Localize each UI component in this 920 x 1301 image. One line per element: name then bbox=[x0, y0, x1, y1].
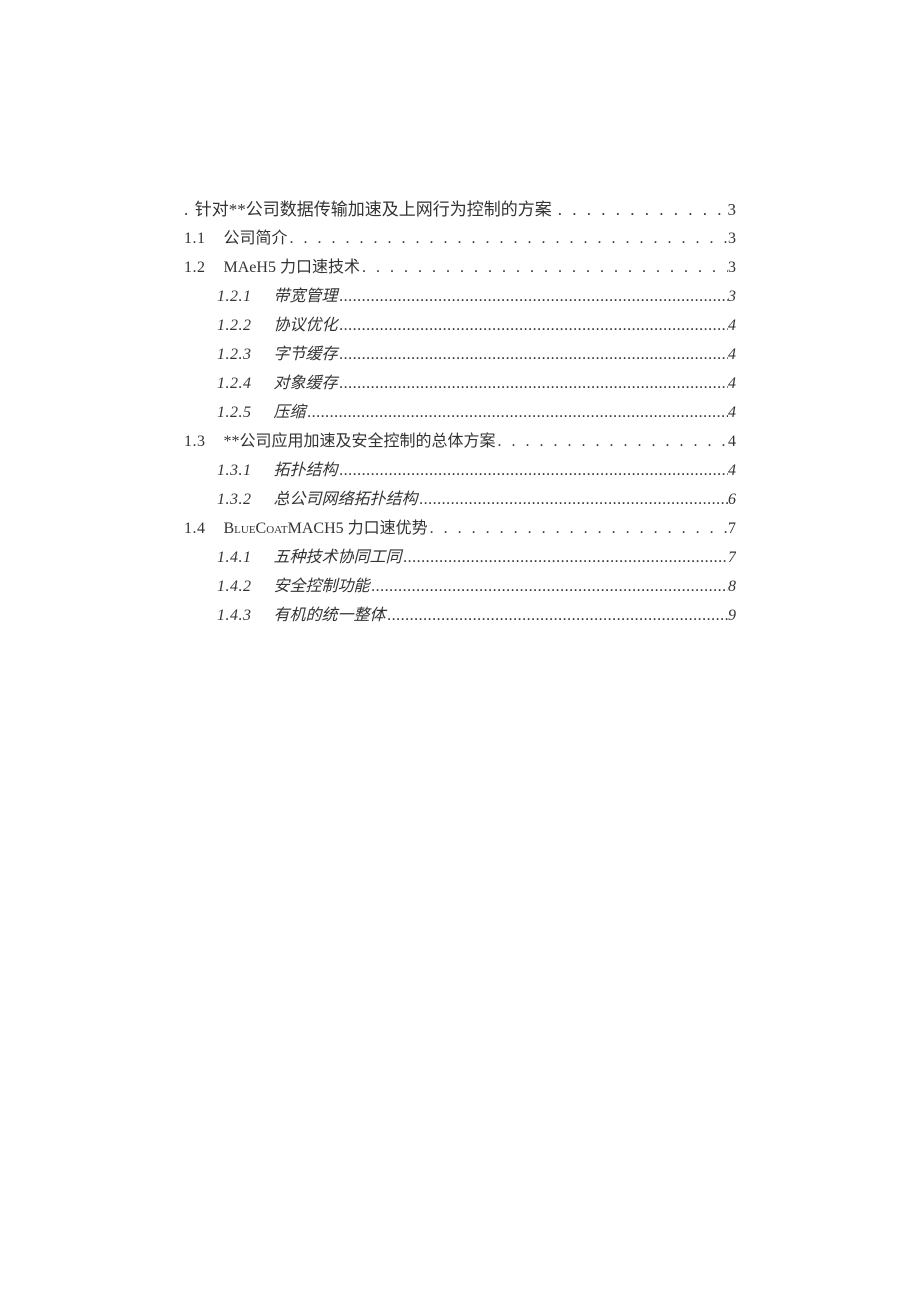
toc-title: 总公司网络拓扑结构 bbox=[274, 485, 418, 514]
toc-number: . bbox=[184, 195, 195, 224]
toc-title: 安全控制功能 bbox=[274, 572, 370, 601]
toc-page: 4 bbox=[728, 427, 736, 456]
toc-leader bbox=[338, 282, 728, 311]
table-of-contents: .针对**公司数据传输加速及上网行为控制的方案31.1公司简介31.2MAeH5… bbox=[184, 195, 736, 630]
toc-page: 3 bbox=[728, 282, 736, 311]
toc-title: 字节缓存 bbox=[274, 340, 338, 369]
toc-page: 9 bbox=[728, 601, 736, 630]
toc-entry[interactable]: 1.4.3有机的统一整体 9 bbox=[184, 601, 736, 630]
toc-title: 拓扑结构 bbox=[274, 456, 338, 485]
toc-page: 4 bbox=[728, 369, 736, 398]
toc-leader bbox=[338, 340, 728, 369]
toc-page: 8 bbox=[728, 572, 736, 601]
toc-number: 1.3 bbox=[184, 427, 224, 456]
toc-leader bbox=[402, 543, 728, 572]
toc-entry[interactable]: 1.4BlueCoatMACH5 力口速优势 7 bbox=[184, 514, 736, 543]
toc-number: 1.3.1 bbox=[217, 456, 274, 485]
toc-number: 1.4.1 bbox=[217, 543, 274, 572]
toc-number: 1.2.3 bbox=[217, 340, 274, 369]
toc-page: 3 bbox=[728, 195, 737, 224]
toc-title: 对象缓存 bbox=[274, 369, 338, 398]
toc-page: 4 bbox=[728, 456, 736, 485]
toc-page: 4 bbox=[728, 340, 736, 369]
toc-leader bbox=[370, 572, 728, 601]
toc-leader bbox=[288, 224, 728, 253]
toc-title: 压缩 bbox=[274, 398, 306, 427]
toc-number: 1.2.1 bbox=[217, 282, 274, 311]
toc-leader bbox=[386, 601, 728, 630]
toc-title: 有机的统一整体 bbox=[274, 601, 386, 630]
toc-entry[interactable]: 1.4.1五种技术协同工同 7 bbox=[184, 543, 736, 572]
toc-number: 1.4.2 bbox=[217, 572, 274, 601]
toc-entry[interactable]: 1.2.1带宽管理 3 bbox=[184, 282, 736, 311]
toc-number: 1.4 bbox=[184, 514, 224, 543]
toc-entry[interactable]: 1.3**公司应用加速及安全控制的总体方案 4 bbox=[184, 427, 736, 456]
toc-leader bbox=[360, 253, 728, 282]
toc-entry[interactable]: .针对**公司数据传输加速及上网行为控制的方案 3 bbox=[184, 195, 736, 224]
toc-number: 1.2.5 bbox=[217, 398, 274, 427]
toc-entry[interactable]: 1.1公司简介 3 bbox=[184, 224, 736, 253]
toc-leader bbox=[338, 311, 728, 340]
toc-page: 6 bbox=[728, 485, 736, 514]
toc-number: 1.3.2 bbox=[217, 485, 274, 514]
toc-title: BlueCoatMACH5 力口速优势 bbox=[224, 514, 428, 543]
toc-leader bbox=[496, 427, 728, 456]
toc-entry[interactable]: 1.4.2安全控制功能 8 bbox=[184, 572, 736, 601]
toc-number: 1.2.2 bbox=[217, 311, 274, 340]
toc-leader bbox=[418, 485, 728, 514]
toc-page: 4 bbox=[728, 398, 736, 427]
toc-entry[interactable]: 1.3.1拓扑结构 4 bbox=[184, 456, 736, 485]
toc-leader bbox=[338, 456, 728, 485]
toc-leader bbox=[556, 195, 728, 224]
toc-entry[interactable]: 1.2.4对象缓存 4 bbox=[184, 369, 736, 398]
toc-entry[interactable]: 1.3.2总公司网络拓扑结构 6 bbox=[184, 485, 736, 514]
toc-title: 五种技术协同工同 bbox=[274, 543, 402, 572]
toc-entry[interactable]: 1.2.3字节缓存 4 bbox=[184, 340, 736, 369]
toc-title: 带宽管理 bbox=[274, 282, 338, 311]
toc-number: 1.2 bbox=[184, 253, 224, 282]
toc-entry[interactable]: 1.2.2协议优化 4 bbox=[184, 311, 736, 340]
toc-page: 3 bbox=[728, 253, 736, 282]
toc-page: 4 bbox=[728, 311, 736, 340]
toc-leader bbox=[338, 369, 728, 398]
toc-page: 7 bbox=[728, 514, 736, 543]
toc-leader bbox=[306, 398, 728, 427]
toc-title: MAeH5 力口速技术 bbox=[224, 253, 360, 282]
toc-number: 1.4.3 bbox=[217, 601, 274, 630]
toc-entry[interactable]: 1.2MAeH5 力口速技术 3 bbox=[184, 253, 736, 282]
toc-title: **公司应用加速及安全控制的总体方案 bbox=[224, 427, 496, 456]
toc-title: 公司简介 bbox=[224, 224, 288, 253]
toc-number: 1.1 bbox=[184, 224, 224, 253]
toc-title: 针对**公司数据传输加速及上网行为控制的方案 bbox=[195, 195, 556, 224]
toc-page: 7 bbox=[728, 543, 736, 572]
toc-title: 协议优化 bbox=[274, 311, 338, 340]
toc-leader bbox=[428, 514, 728, 543]
toc-page: 3 bbox=[728, 224, 736, 253]
toc-entry[interactable]: 1.2.5压缩 4 bbox=[184, 398, 736, 427]
toc-number: 1.2.4 bbox=[217, 369, 274, 398]
